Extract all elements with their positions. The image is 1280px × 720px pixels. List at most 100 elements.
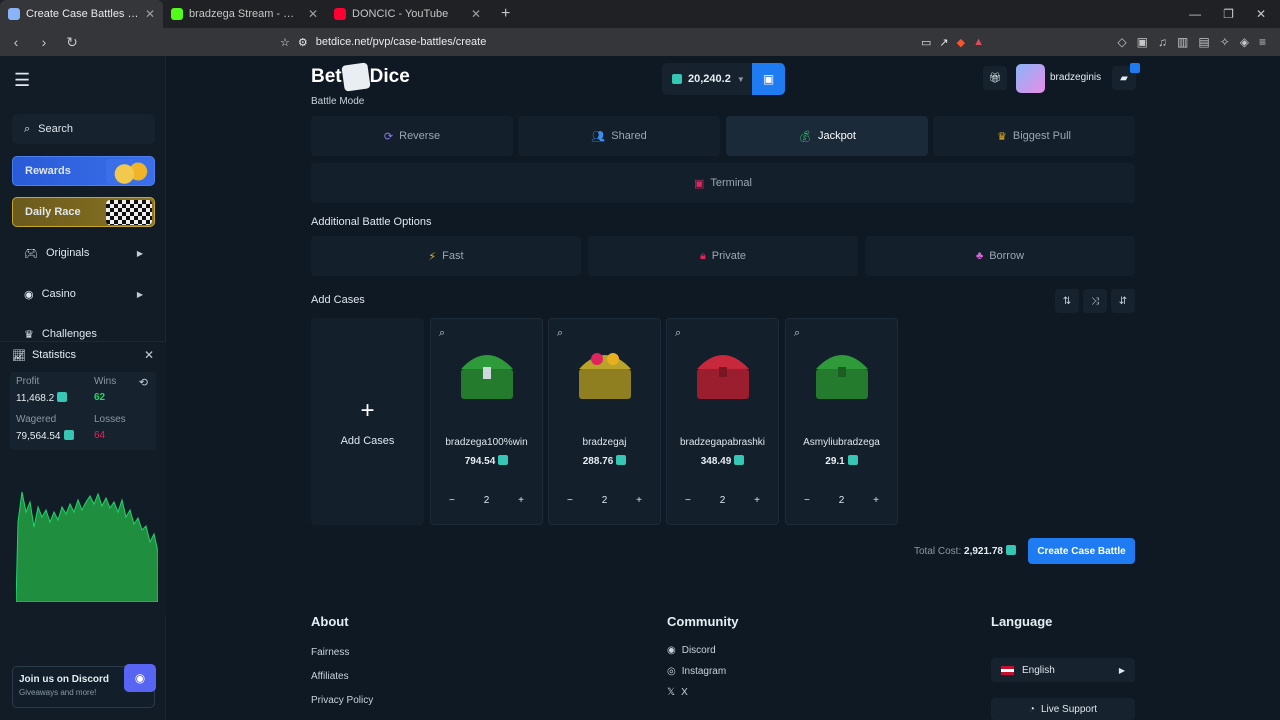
menu-icon[interactable]: ≡ (1259, 35, 1266, 49)
close-tab-icon[interactable]: ✕ (308, 7, 318, 21)
sidebar-item-casino[interactable]: ◉ Casino ▶ (12, 279, 155, 309)
site-info-icon[interactable]: ⚙ (298, 36, 308, 49)
live-support-button[interactable]: ◔ Live Support (991, 698, 1135, 720)
minus-icon[interactable]: − (449, 495, 455, 506)
footer-link-affiliates[interactable]: Affiliates (311, 671, 349, 682)
reload-icon[interactable]: ↻ (64, 34, 80, 51)
browser-tab-0[interactable]: Create Case Battles on BetDice ✕ (0, 0, 163, 28)
plus-icon[interactable]: + (518, 495, 524, 506)
profit-label: Profit (16, 376, 40, 387)
case-card[interactable]: ⌕ Asmyliubradzega 29.1 − 2 + (785, 318, 898, 525)
profit-amount: 11,468.2 (16, 393, 55, 404)
minimize-icon[interactable]: — (1189, 7, 1201, 21)
gift-button[interactable]: 🎁︎ (983, 66, 1007, 90)
option-private-button[interactable]: 🔒︎ Private (588, 236, 858, 276)
address-bar[interactable]: ☆ ⚙ betdice.net/pvp/case-battles/create … (272, 31, 992, 53)
footer-link-discord[interactable]: ◉ Discord (667, 645, 716, 656)
sidebar-item-originals[interactable]: 🎮︎ Originals ▶ (12, 238, 155, 268)
brave-rewards-icon[interactable]: ▲ (973, 36, 984, 48)
sort-button[interactable]: ⇅ (1055, 289, 1079, 313)
statistics-header: 📈︎ Statistics ✕ (0, 342, 166, 368)
tab-title: DONCIC - YouTube (352, 8, 449, 20)
install-icon[interactable]: ▭ (921, 36, 931, 49)
tab-title: bradzega Stream - Watch Live on Kick (189, 8, 302, 20)
chevron-right-icon: ▶ (136, 289, 143, 299)
brave-shield-icon[interactable]: ◆ (957, 36, 965, 49)
sidebar-item-daily-race[interactable]: Daily Race (12, 197, 155, 227)
music-icon[interactable]: ♫ (1158, 35, 1167, 49)
reorder-button[interactable]: ⇵ (1111, 289, 1135, 313)
close-tab-icon[interactable]: ✕ (145, 7, 155, 21)
browser-tab-1[interactable]: bradzega Stream - Watch Live on Kick ✕ (163, 0, 326, 28)
close-window-icon[interactable]: ✕ (1256, 7, 1266, 21)
coin-icon (1005, 545, 1016, 555)
screenshot-icon[interactable]: ▣ (1137, 35, 1148, 49)
mode-jackpot-button[interactable]: 💰︎ Jackpot (726, 116, 928, 156)
plus-icon[interactable]: + (873, 495, 879, 506)
vpn-icon[interactable]: ◈ (1240, 35, 1249, 49)
sidebar-item-rewards[interactable]: Rewards (12, 156, 155, 186)
jackpot-icon: 💰︎ (798, 130, 813, 143)
search-icon[interactable]: ⌕ (439, 327, 445, 340)
quantity-stepper: − 2 + (796, 495, 887, 506)
case-card[interactable]: ⌕ bradzega100%win 794.54 − 2 + (430, 318, 543, 525)
search-icon[interactable]: ⌕ (675, 327, 681, 340)
mode-biggest-pull-button[interactable]: ♛ Biggest Pull (933, 116, 1135, 156)
search-icon[interactable]: ⌕ (794, 327, 800, 340)
minus-icon[interactable]: − (567, 495, 573, 506)
chest-icon (697, 355, 749, 399)
add-cases-card-label: Add Cases (340, 434, 395, 447)
sidebar-search[interactable]: ⌕ Search (12, 114, 155, 144)
browser-tab-2[interactable]: DONCIC - YouTube ✕ (326, 0, 489, 28)
battle-mode-label: Battle Mode (311, 96, 365, 107)
window-controls: — ❐ ✕ (1189, 7, 1280, 21)
chat-button[interactable]: ▰ (1112, 63, 1140, 90)
balance-value: 20,240.2 (688, 73, 731, 85)
case-name: bradzegaj (582, 437, 627, 448)
case-card[interactable]: ⌕ bradzegapabrashki 348.49 − 2 + (666, 318, 779, 525)
back-icon[interactable]: ‹ (8, 34, 24, 50)
maximize-icon[interactable]: ❐ (1223, 7, 1234, 21)
reset-icon[interactable]: ⟲ (139, 376, 148, 389)
footer-link-privacy[interactable]: Privacy Policy (311, 695, 373, 706)
username[interactable]: bradzeginis (1050, 72, 1101, 83)
mode-terminal-button[interactable]: ▣ Terminal (311, 163, 1135, 203)
create-case-battle-button[interactable]: Create Case Battle (1028, 538, 1135, 564)
plus-icon[interactable]: + (636, 495, 642, 506)
language-select[interactable]: English ▶ (991, 658, 1135, 682)
wallet-icon[interactable]: ▤ (1198, 35, 1209, 49)
gamepad-icon: 🎮︎ (24, 247, 38, 260)
discord-banner[interactable]: Join us on Discord Giveaways and more! ◉ (12, 664, 156, 708)
share-icon[interactable]: ↗ (939, 36, 948, 49)
footer-link-fairness[interactable]: Fairness (311, 647, 349, 658)
betdice-logo[interactable]: Bet Dice (311, 62, 410, 92)
avatar[interactable] (1016, 64, 1045, 93)
add-cases-card[interactable]: + Add Cases (311, 318, 424, 525)
sidebar-toggle-icon[interactable]: ▥ (1177, 35, 1188, 49)
forward-icon[interactable]: › (36, 34, 52, 50)
footer-link-x[interactable]: 𝕏X (667, 687, 688, 698)
mode-shared-button[interactable]: 👥︎ Shared (518, 116, 720, 156)
mode-reverse-button[interactable]: ⟳ Reverse (311, 116, 513, 156)
shuffle-button[interactable]: ⤨ (1083, 289, 1107, 313)
option-borrow-button[interactable]: ♣ Borrow (865, 236, 1135, 276)
case-card[interactable]: ⌕ bradzegaj 288.76 − 2 + (548, 318, 661, 525)
hamburger-icon[interactable]: ☰ (14, 70, 30, 91)
footer-about-title: About (311, 614, 349, 629)
losses-label: Losses (94, 414, 126, 425)
plus-icon[interactable]: + (754, 495, 760, 506)
footer-link-instagram[interactable]: ◎ Instagram (667, 666, 726, 677)
wallet-button[interactable]: ▣ (752, 63, 785, 95)
minus-icon[interactable]: − (685, 495, 691, 506)
wins-value: 62 (94, 392, 106, 403)
ai-icon[interactable]: ✧ (1220, 35, 1230, 49)
minus-icon[interactable]: − (804, 495, 810, 506)
close-icon[interactable]: ✕ (144, 348, 154, 362)
new-tab-icon[interactable]: + (489, 5, 522, 23)
bookmark-icon[interactable]: ☆ (280, 36, 290, 49)
extensions-icon[interactable]: ◇ (1117, 35, 1126, 49)
close-tab-icon[interactable]: ✕ (471, 7, 481, 21)
instagram-icon: ◎ (667, 666, 676, 677)
search-icon[interactable]: ⌕ (557, 327, 563, 340)
option-fast-button[interactable]: ⚡︎ Fast (311, 236, 581, 276)
